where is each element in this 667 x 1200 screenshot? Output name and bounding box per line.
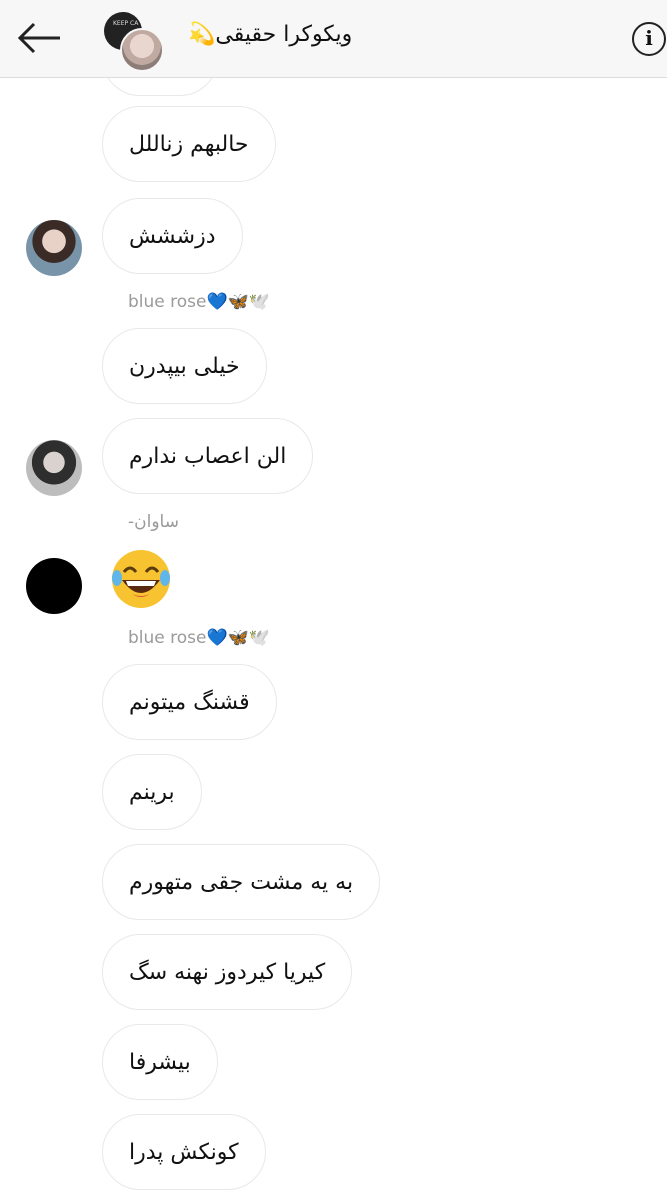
- message-bubble[interactable]: برینم: [102, 754, 202, 830]
- message-bubble[interactable]: دزششش: [102, 198, 243, 274]
- sender-avatar[interactable]: [26, 220, 82, 276]
- back-button[interactable]: [14, 20, 66, 56]
- message-bubble[interactable]: الن اعصاب ندارم: [102, 418, 314, 494]
- message-bubble[interactable]: خیلی بیپدرن: [102, 328, 267, 404]
- message-bubble[interactable]: کیریا کیردوز نهنه سگ: [102, 934, 353, 1010]
- chat-title[interactable]: ویکوکرا حقیقی💫: [188, 22, 352, 47]
- sender-avatar[interactable]: [26, 558, 82, 614]
- laughing-emoji-icon: [112, 550, 170, 608]
- back-arrow-icon: [17, 22, 60, 54]
- message-bubble[interactable]: حالبهم زناللل: [102, 106, 276, 182]
- sender-name: blue rose💙🦋🕊️: [128, 292, 270, 312]
- sender-name: ساوان-: [128, 512, 179, 532]
- chat-header: KEEP CA ویکوکرا حقیقی💫 i: [0, 0, 667, 78]
- message-bubble[interactable]: به یه مشت جقی متهورم: [102, 844, 381, 920]
- sender-name: blue rose💙🦋🕊️: [128, 628, 270, 648]
- group-avatar-front: [120, 28, 164, 72]
- message-bubble[interactable]: بیشرفا: [102, 1024, 218, 1100]
- group-avatar[interactable]: KEEP CA: [104, 12, 164, 72]
- sender-avatar[interactable]: [26, 440, 82, 496]
- info-button[interactable]: i: [632, 22, 666, 56]
- group-avatar-text: KEEP CA: [113, 20, 139, 27]
- info-icon: i: [645, 26, 653, 50]
- message-bubble[interactable]: قشنگ میتونم: [102, 664, 277, 740]
- message-bubble[interactable]: کونکش پدرا: [102, 1114, 266, 1190]
